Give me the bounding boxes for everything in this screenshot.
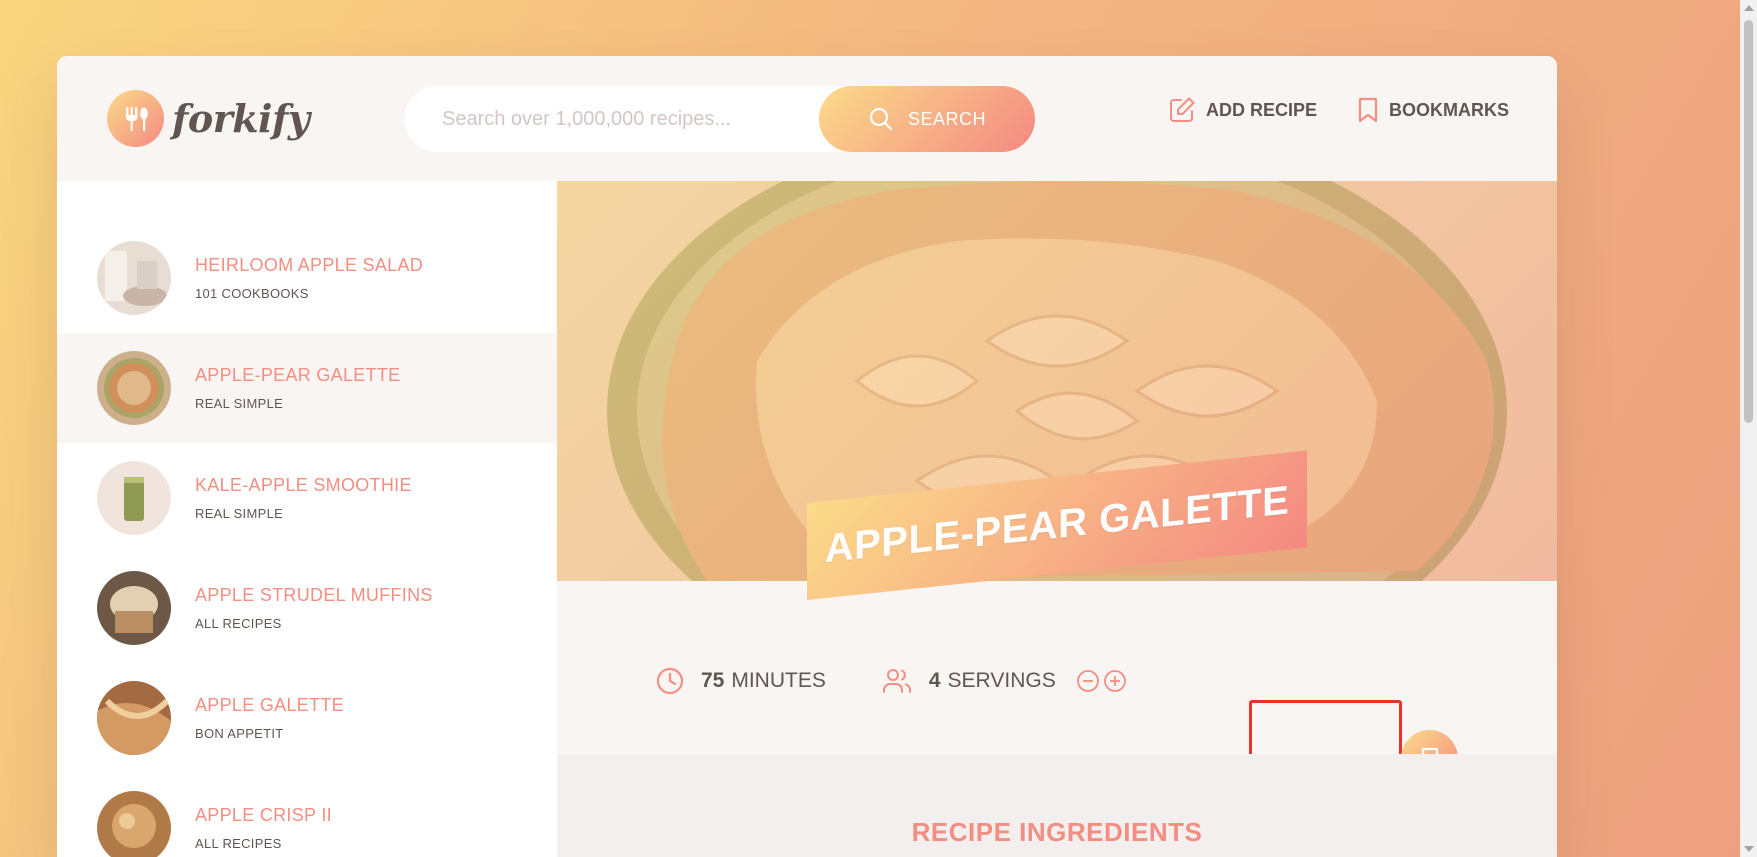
- users-icon: [882, 668, 911, 693]
- result-thumbnail: [97, 351, 171, 425]
- search-button[interactable]: SEARCH: [819, 86, 1035, 152]
- result-title: APPLE-PEAR GALETTE: [195, 365, 401, 385]
- result-thumbnail: [97, 461, 171, 535]
- bookmarks-label: BOOKMARKS: [1389, 99, 1509, 120]
- result-thumbnail: [97, 241, 171, 315]
- result-title: APPLE GALETTE: [195, 695, 344, 715]
- result-item[interactable]: APPLE GALETTE BON APPETIT: [57, 663, 557, 773]
- result-thumbnail: [97, 571, 171, 645]
- recipe-ingredients: RECIPE INGREDIENTS: [557, 754, 1557, 857]
- recipe-view: APPLE-PEAR GALETTE 75 MINUTES 4 SERVINGS…: [557, 181, 1557, 857]
- result-title: KALE-APPLE SMOOTHIE: [195, 475, 412, 495]
- search-button-label: SEARCH: [907, 108, 986, 129]
- result-publisher: BON APPETIT: [195, 726, 284, 741]
- servings-unit: SERVINGS: [947, 668, 1056, 692]
- search-icon: [869, 107, 893, 131]
- result-thumbnail: [97, 791, 171, 857]
- result-item[interactable]: KALE-APPLE SMOOTHIE REAL SIMPLE: [57, 443, 557, 553]
- header: forkify SEARCH ADD RECIPE: [57, 56, 1557, 181]
- edit-icon: [1169, 97, 1195, 122]
- nav: ADD RECIPE BOOKMARKS: [1128, 96, 1509, 124]
- scroll-up-arrow-icon[interactable]: [1744, 5, 1754, 11]
- result-item[interactable]: APPLE-PEAR GALETTE REAL SIMPLE: [57, 333, 557, 443]
- ingredients-heading: RECIPE INGREDIENTS: [911, 817, 1203, 847]
- logo[interactable]: forkify: [107, 90, 310, 147]
- result-publisher: REAL SIMPLE: [195, 506, 284, 521]
- result-title: HEIRLOOM APPLE SALAD: [195, 255, 424, 275]
- cooking-time: 75 MINUTES: [655, 666, 826, 696]
- result-item[interactable]: HEIRLOOM APPLE SALAD 101 COOKBOOKS: [57, 223, 557, 333]
- result-item[interactable]: APPLE CRISP II ALL RECIPES: [57, 773, 557, 857]
- cooking-time-value: 75: [701, 668, 725, 692]
- decrease-servings-icon[interactable]: [1076, 669, 1100, 693]
- logo-text: forkify: [172, 96, 310, 141]
- result-item[interactable]: APPLE STRUDEL MUFFINS ALL RECIPES: [57, 553, 557, 663]
- recipe-details: 75 MINUTES 4 SERVINGS: [557, 581, 1557, 754]
- scroll-down-arrow-icon[interactable]: [1744, 846, 1754, 852]
- fork-spoon-icon: [107, 90, 164, 147]
- servings: 4 SERVINGS: [881, 666, 1130, 696]
- app-container: forkify SEARCH ADD RECIPE: [57, 56, 1557, 857]
- result-publisher: ALL RECIPES: [195, 616, 282, 631]
- result-title: APPLE STRUDEL MUFFINS: [195, 585, 433, 605]
- add-recipe-label: ADD RECIPE: [1205, 99, 1317, 120]
- add-recipe-button[interactable]: ADD RECIPE: [1168, 96, 1317, 124]
- result-title: APPLE CRISP II: [195, 805, 332, 825]
- servings-value: 4: [928, 668, 941, 692]
- bookmark-icon: [1358, 97, 1378, 123]
- result-publisher: REAL SIMPLE: [195, 396, 284, 411]
- scrollbar-thumb[interactable]: [1744, 20, 1753, 423]
- search-form: SEARCH: [404, 86, 1035, 152]
- bookmarks-button[interactable]: BOOKMARKS: [1357, 96, 1509, 124]
- search-input[interactable]: [442, 107, 842, 131]
- search-results: HEIRLOOM APPLE SALAD 101 COOKBOOKS APPLE…: [57, 181, 557, 857]
- clock-icon: [656, 667, 684, 694]
- result-thumbnail: [97, 681, 171, 755]
- result-publisher: ALL RECIPES: [195, 836, 282, 851]
- result-publisher: 101 COOKBOOKS: [195, 286, 309, 301]
- cooking-time-unit: MINUTES: [731, 668, 826, 692]
- scrollbar[interactable]: [1740, 0, 1757, 857]
- increase-servings-icon[interactable]: [1103, 669, 1127, 693]
